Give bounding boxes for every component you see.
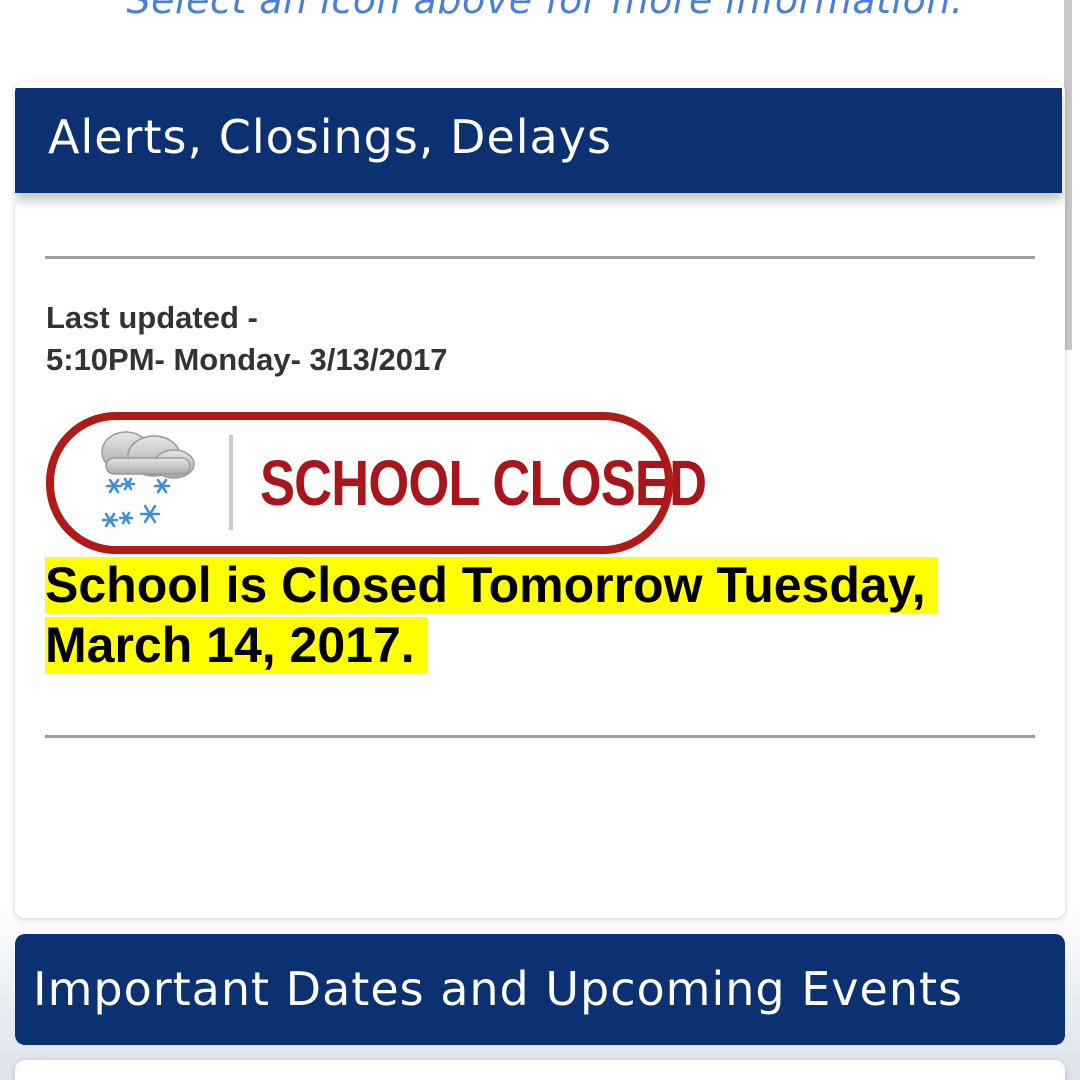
badge-separator — [229, 435, 233, 530]
events-card — [15, 1060, 1065, 1080]
scrollbar-thumb[interactable] — [1064, 0, 1072, 350]
events-header[interactable]: Important Dates and Upcoming Events — [15, 934, 1065, 1045]
alerts-card: Alerts, Closings, Delays Last updated - … — [15, 82, 1065, 918]
snow-cloud-icon — [101, 431, 195, 528]
icon-selection-hint: Select an icon above for more informatio… — [126, 0, 964, 22]
divider — [45, 735, 1035, 738]
last-updated-label: Last updated - — [46, 300, 258, 335]
alerts-title: Alerts, Closings, Delays — [48, 110, 612, 164]
alerts-header[interactable]: Alerts, Closings, Delays — [15, 88, 1062, 193]
school-closed-text: SCHOOL CLOSED — [260, 447, 707, 519]
events-title: Important Dates and Upcoming Events — [33, 962, 963, 1016]
divider — [45, 256, 1035, 259]
announcement-line-1: School is Closed Tomorrow Tuesday, — [45, 557, 938, 613]
school-closed-badge: SCHOOL CLOSED — [46, 412, 707, 554]
closure-announcement: School is Closed Tomorrow Tuesday, March… — [45, 555, 1005, 675]
last-updated-time: 5:10PM- Monday- 3/13/2017 — [46, 342, 448, 377]
announcement-line-2: March 14, 2017. — [45, 617, 427, 673]
